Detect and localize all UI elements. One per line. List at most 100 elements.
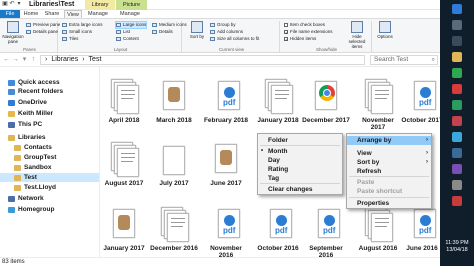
small-icons-icon bbox=[62, 30, 67, 34]
nav-item-recent-folders[interactable]: Recent folders bbox=[0, 87, 99, 96]
folder-group-tile[interactable]: June 2017 bbox=[202, 140, 250, 197]
context-menu-item-properties[interactable]: Properties bbox=[347, 199, 431, 208]
folder-group-tile[interactable]: pdf October 2016 bbox=[254, 205, 302, 257]
start-icon[interactable] bbox=[452, 4, 462, 14]
breadcrumb-test[interactable]: Test bbox=[89, 56, 102, 64]
preview-pane-button[interactable]: Preview pane bbox=[26, 22, 60, 28]
nav-item-homegroup[interactable]: Homegroup bbox=[0, 205, 99, 214]
folder-group-tile[interactable]: December 2017 bbox=[302, 77, 350, 134]
group-by-button[interactable]: Group by bbox=[210, 22, 236, 28]
undo-icon[interactable]: ↶ bbox=[9, 1, 15, 8]
submenu-item-folder[interactable]: Folder bbox=[258, 136, 342, 145]
file-explorer-icon[interactable] bbox=[452, 52, 462, 62]
back-icon[interactable]: ← bbox=[2, 55, 11, 64]
submenu-item-day[interactable]: Day bbox=[258, 156, 342, 165]
navigation-pane-button[interactable]: Navigation pane bbox=[2, 21, 24, 44]
nav-item-contacts[interactable]: Contacts bbox=[0, 143, 99, 152]
app-blue-icon[interactable] bbox=[452, 132, 462, 142]
context-menu-item-refresh[interactable]: Refresh bbox=[347, 167, 431, 176]
context-menu-item-view[interactable]: View › bbox=[347, 149, 431, 158]
hide-selected-button[interactable]: Hide selected items bbox=[346, 21, 368, 49]
folder-group-tile[interactable]: pdf February 2018 bbox=[202, 77, 250, 134]
folder-group-tile[interactable]: pdf September 2016 bbox=[302, 205, 350, 257]
folder-group-tile[interactable]: January 2017 bbox=[100, 205, 148, 257]
nav-item-grouptest[interactable]: GroupTest bbox=[0, 153, 99, 162]
tab-file[interactable]: File bbox=[0, 10, 20, 18]
show-hide-group-label: Show/hide bbox=[315, 47, 337, 52]
search-icon[interactable] bbox=[452, 20, 462, 30]
tab-manage-picture[interactable]: Manage bbox=[118, 10, 142, 18]
hidden-items-toggle[interactable]: ✓ Hidden items bbox=[284, 36, 316, 42]
app-purple-icon[interactable] bbox=[452, 164, 462, 174]
submenu-item-clear-changes[interactable]: Clear changes bbox=[258, 185, 342, 194]
folder-group-tile[interactable]: pdf June 2016 bbox=[398, 205, 440, 257]
nav-item-quick-access[interactable]: Quick access bbox=[0, 78, 99, 87]
app-red-icon[interactable] bbox=[452, 84, 462, 94]
layout-small-icons[interactable]: Small icons bbox=[62, 29, 92, 35]
address-bar[interactable]: › Libraries › Test bbox=[40, 55, 365, 65]
layout-details[interactable]: Details bbox=[152, 29, 173, 35]
nav-item-test-lloyd[interactable]: Test.Lloyd bbox=[0, 183, 99, 192]
nav-item-sandbox[interactable]: Sandbox bbox=[0, 163, 99, 172]
folder-group-tile[interactable]: August 2017 bbox=[100, 140, 148, 197]
context-menu-item-paste[interactable]: Paste bbox=[347, 178, 431, 187]
app-gray-icon[interactable] bbox=[452, 180, 462, 190]
submenu-item-month[interactable]: • Month bbox=[258, 147, 342, 156]
sort-by-button[interactable]: Sort by bbox=[186, 21, 208, 39]
layout-large-icons[interactable]: Large icons bbox=[114, 21, 148, 29]
app-green-icon[interactable] bbox=[452, 68, 462, 78]
app-red3-icon[interactable] bbox=[452, 196, 462, 206]
nav-item-onedrive[interactable]: OneDrive bbox=[0, 98, 99, 107]
clock[interactable]: 11:39 PM 13/04/18 bbox=[440, 240, 474, 254]
layout-content[interactable]: Content bbox=[116, 36, 139, 42]
folder-group-tile[interactable]: November 2017 bbox=[354, 77, 402, 134]
nav-item-test[interactable]: Test bbox=[0, 173, 99, 182]
app-red2-icon[interactable] bbox=[452, 116, 462, 126]
layout-extra-large-icons[interactable]: Extra large icons bbox=[62, 22, 103, 28]
file-name-extensions-toggle[interactable]: ✓ File name extensions bbox=[284, 29, 333, 35]
app-blue2-icon[interactable] bbox=[452, 148, 462, 158]
item-check-boxes-toggle[interactable]: Item check boxes bbox=[284, 22, 325, 28]
folder-icon bbox=[14, 154, 21, 161]
size-columns-button[interactable]: Size all columns to fit bbox=[210, 36, 259, 42]
picture-tools-tab[interactable]: Picture Tools bbox=[116, 0, 147, 18]
nav-item-this-pc[interactable]: This PC bbox=[0, 120, 99, 129]
context-menu-item-arrange-by[interactable]: Arrange by › bbox=[347, 136, 431, 145]
folder-group-tile[interactable]: August 2016 bbox=[354, 205, 402, 257]
folder-group-tile[interactable]: pdf November 2016 bbox=[202, 205, 250, 257]
nav-item-libraries[interactable]: Libraries bbox=[0, 133, 99, 142]
navigation-pane-icon bbox=[7, 21, 19, 33]
tab-home[interactable]: Home bbox=[22, 10, 40, 18]
context-menu-item-paste-shortcut[interactable]: Paste shortcut bbox=[347, 187, 431, 196]
up-icon[interactable]: ↑ bbox=[29, 55, 38, 64]
context-menu-item-sort-by[interactable]: Sort by › bbox=[347, 158, 431, 167]
folder-group-tile[interactable]: January 2018 bbox=[254, 77, 302, 134]
breadcrumb-libraries[interactable]: Libraries bbox=[51, 56, 78, 64]
search-input[interactable]: Search Test ⌕ bbox=[370, 55, 438, 65]
add-columns-button[interactable]: Add columns bbox=[210, 29, 243, 35]
tab-manage-library[interactable]: Manage bbox=[86, 10, 110, 18]
layout-tiles[interactable]: Tiles bbox=[62, 36, 78, 42]
chevron-down-icon[interactable]: ▾ bbox=[16, 1, 22, 8]
submenu-item-rating[interactable]: Rating bbox=[258, 165, 342, 174]
tab-view[interactable]: View bbox=[64, 10, 82, 18]
folder-icon[interactable]: ▣ bbox=[2, 1, 8, 8]
folder-group-tile[interactable]: pdf October 2017 bbox=[398, 77, 440, 134]
recent-locations-icon[interactable]: ▾ bbox=[20, 55, 29, 64]
folder-group-tile[interactable]: March 2018 bbox=[150, 77, 198, 134]
folder-group-tile[interactable]: July 2017 bbox=[150, 140, 198, 197]
folder-group-tile[interactable]: December 2016 bbox=[150, 205, 198, 257]
nav-item-network[interactable]: Network bbox=[0, 194, 99, 203]
details-pane-button[interactable]: Details pane bbox=[26, 29, 58, 35]
tab-share[interactable]: Share bbox=[42, 10, 62, 18]
layout-medium-icons[interactable]: Medium icons bbox=[152, 22, 187, 28]
library-tools-tab[interactable]: Library Tools bbox=[85, 0, 115, 18]
layout-list[interactable]: List bbox=[116, 29, 130, 35]
nav-item-keith-miller[interactable]: Keith Miller bbox=[0, 109, 99, 118]
folder-group-tile[interactable]: April 2018 bbox=[100, 77, 148, 134]
app-green2-icon[interactable] bbox=[452, 100, 462, 110]
task-view-icon[interactable] bbox=[452, 36, 462, 46]
submenu-item-tag[interactable]: Tag bbox=[258, 174, 342, 183]
options-button[interactable]: Options bbox=[374, 21, 396, 39]
forward-icon[interactable]: → bbox=[11, 55, 20, 64]
